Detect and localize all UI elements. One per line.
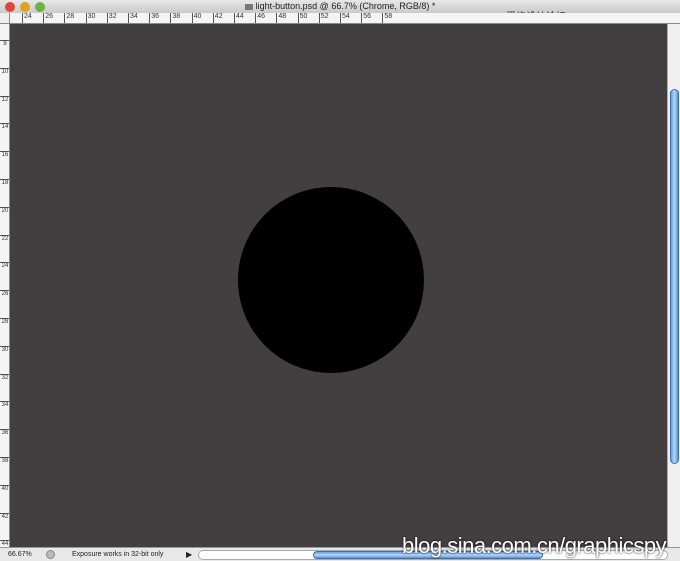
ruler-top-label: 58 — [382, 13, 392, 23]
document-canvas[interactable] — [10, 24, 667, 547]
document-icon — [244, 3, 253, 10]
status-message: Exposure works in 32-bit only — [72, 551, 164, 558]
ruler-left-label: 32 — [0, 373, 9, 381]
ruler-top-label: 44 — [234, 13, 244, 23]
status-info-icon[interactable] — [46, 550, 55, 559]
ruler-top-label: 32 — [106, 13, 117, 23]
minimize-button[interactable] — [20, 2, 30, 12]
ruler-left-label: 38 — [0, 457, 9, 464]
ruler-left-label: 20 — [0, 206, 9, 214]
ruler-top-label: 54 — [340, 13, 350, 23]
ruler-left-label: 10 — [0, 67, 9, 75]
ruler-left-label: 42 — [0, 512, 9, 520]
ruler-left-label: 8 — [0, 40, 9, 48]
ruler-left-label: 44 — [0, 540, 9, 547]
ruler-left-label: 40 — [0, 484, 9, 492]
zoom-button[interactable] — [35, 2, 45, 12]
ruler-origin[interactable] — [0, 13, 10, 24]
ruler-left-label: 12 — [0, 95, 9, 103]
ruler-left-label: 14 — [0, 123, 9, 131]
ruler-top-label: 28 — [64, 13, 74, 23]
vertical-ruler[interactable]: 8 10 12 14 16 18 20 22 24 26 28 30 32 34 36 38 40 42 44 — [0, 24, 10, 547]
ruler-left-label: 26 — [0, 290, 9, 298]
ruler-top-label: 56 — [361, 13, 371, 23]
ruler-left-label: 22 — [0, 234, 9, 242]
ruler-left-label: 18 — [0, 179, 9, 186]
vertical-scroll-thumb[interactable] — [670, 89, 679, 464]
close-button[interactable] — [5, 2, 15, 12]
black-circle-shape[interactable] — [238, 187, 424, 373]
ruler-left-label: 36 — [0, 429, 9, 437]
ruler-top-label: 38 — [170, 13, 180, 23]
ruler-top-label: 26 — [43, 13, 53, 23]
ruler-left-label: 30 — [0, 345, 9, 353]
zoom-level[interactable]: 66.67% — [8, 548, 32, 561]
ruler-top-label: 42 — [212, 13, 223, 23]
ruler-left-label: 24 — [0, 262, 9, 270]
ruler-top-label: 52 — [318, 13, 329, 23]
window-title: light-button.psd @ 66.7% (Chrome, RGB/8)… — [255, 1, 436, 11]
ruler-top-label: 36 — [149, 13, 159, 23]
vertical-scrollbar[interactable] — [667, 24, 680, 547]
ruler-top-label: 34 — [128, 13, 138, 23]
watermark-bottom: blog.sina.com.cn/graphicspy — [402, 533, 667, 558]
ruler-top-label: 40 — [191, 13, 201, 23]
ruler-top-label: 30 — [85, 13, 95, 23]
ruler-left-label: 34 — [0, 401, 9, 409]
ruler-top-label: 46 — [255, 13, 265, 23]
ruler-top-label: 50 — [297, 13, 307, 23]
status-menu-arrow-icon[interactable]: ▶ — [186, 548, 192, 561]
ruler-top-label: 24 — [22, 13, 32, 23]
ruler-left-label: 28 — [0, 318, 9, 325]
horizontal-ruler[interactable]: 24 26 28 30 32 34 36 38 40 42 44 46 48 50 52 54 56 58 — [10, 13, 680, 24]
ruler-left-label: 16 — [0, 151, 9, 159]
ruler-top-label: 48 — [276, 13, 286, 23]
